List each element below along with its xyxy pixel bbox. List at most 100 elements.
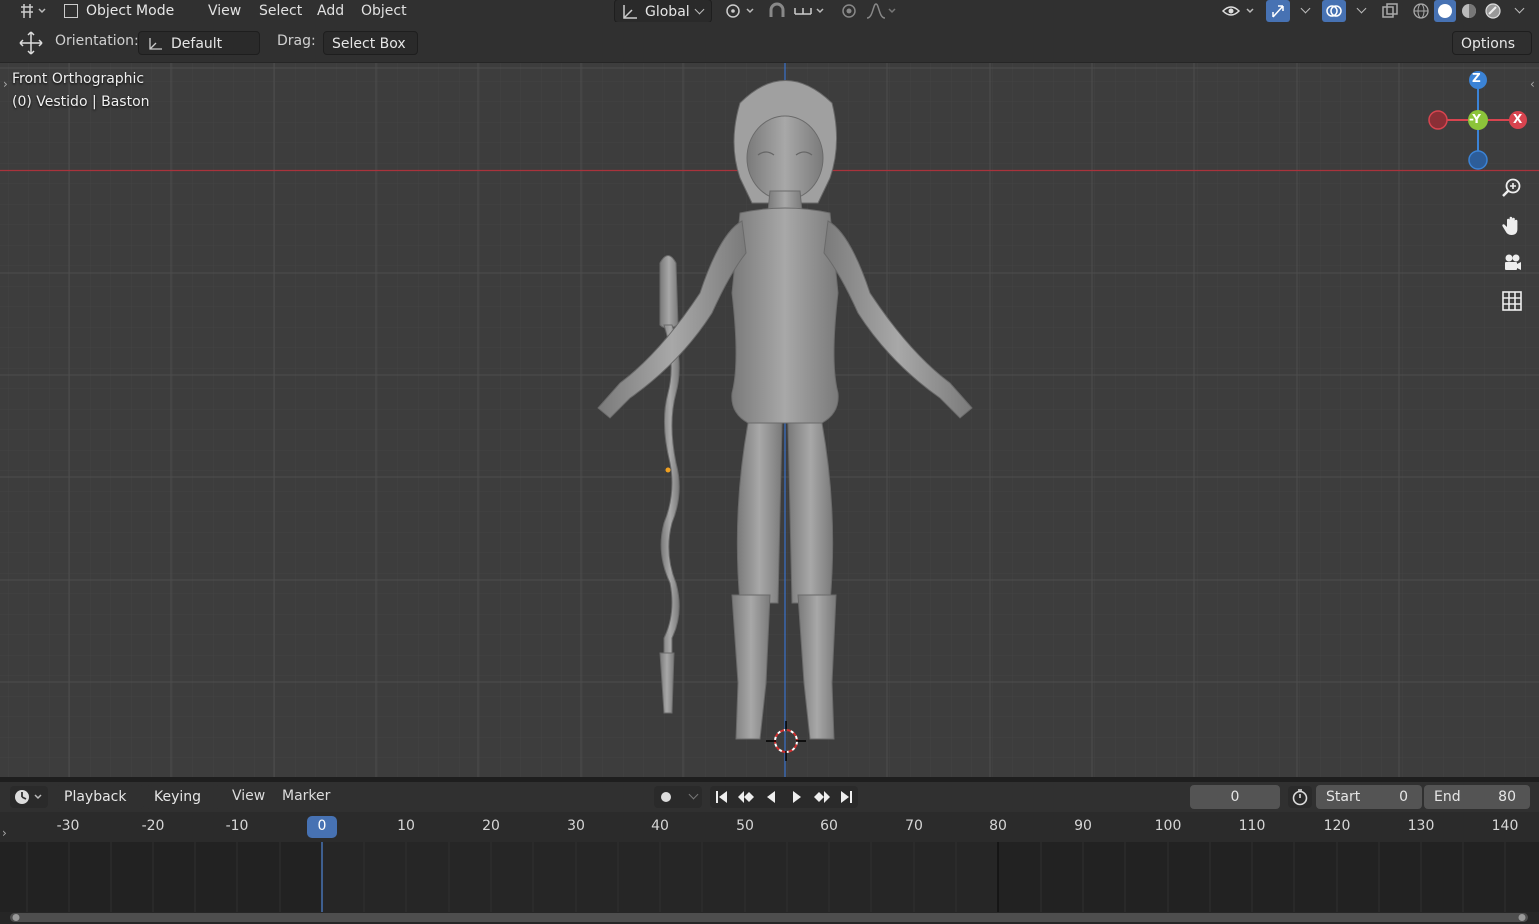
play-icon <box>793 791 801 803</box>
jump-to-end-button[interactable] <box>834 786 858 808</box>
auto-keying-dropdown[interactable] <box>678 786 702 808</box>
shading-dropdown[interactable] <box>1506 0 1526 22</box>
jump-start-icon <box>716 791 727 803</box>
camera-view-button[interactable] <box>1498 249 1526 277</box>
ruler-label: 50 <box>736 818 754 834</box>
ruler-label: -30 <box>56 818 80 834</box>
clock-icon <box>15 790 42 804</box>
menu-add[interactable]: Add <box>313 0 348 22</box>
overlays-toggle[interactable] <box>1322 0 1346 22</box>
zoom-button[interactable] <box>1498 174 1526 202</box>
mode-dropdown[interactable]: Object Mode <box>58 0 194 38</box>
gizmo-icon <box>1272 5 1284 18</box>
toolbar-expand-icon[interactable]: › <box>3 77 8 91</box>
rendered-shading-button[interactable] <box>1482 0 1504 22</box>
ruler-label: 90 <box>1074 818 1092 834</box>
wireframe-shading-button[interactable] <box>1410 0 1432 22</box>
menu-object[interactable]: Object <box>357 0 411 22</box>
proportional-falloff-dropdown[interactable] <box>864 0 900 22</box>
material-sphere-icon <box>1462 4 1476 18</box>
timeline-editor-type-button[interactable] <box>10 786 48 808</box>
snap-toggle[interactable] <box>764 0 790 22</box>
rendered-sphere-icon <box>1485 3 1501 19</box>
chevron-down-icon <box>1300 3 1310 13</box>
3d-viewport[interactable]: Front Orthographic (0) Vestido | Baston … <box>0 63 1539 777</box>
timeline-track-area[interactable] <box>0 842 1539 924</box>
proportional-editing-toggle[interactable] <box>838 0 860 22</box>
overlays-dropdown[interactable] <box>1348 0 1368 22</box>
ruler-label: 40 <box>651 818 669 834</box>
ruler-label: 80 <box>989 818 1007 834</box>
preview-range-toggle[interactable] <box>1288 786 1312 808</box>
ruler-label: 110 <box>1238 818 1266 834</box>
gizmo-x-label: X <box>1513 112 1523 126</box>
timeline-grid <box>0 842 1539 922</box>
xray-toggle[interactable] <box>1378 0 1402 22</box>
orientation-axis-icon <box>149 38 162 50</box>
material-shading-button[interactable] <box>1458 0 1480 22</box>
chevron-down-icon <box>694 4 705 15</box>
timeline-view-menu[interactable]: View <box>232 788 265 804</box>
visibility-dropdown[interactable] <box>1220 0 1258 22</box>
jump-keyframe-forward-button[interactable] <box>810 786 834 808</box>
zoom-magnifier-icon <box>1502 178 1521 197</box>
playhead-handle[interactable]: 0 <box>307 816 337 838</box>
keyframe-back-icon <box>738 791 754 803</box>
grid-icon <box>1502 291 1522 311</box>
wireframe-sphere-icon <box>1413 3 1429 19</box>
end-label: End <box>1434 789 1461 805</box>
ruler-label: 70 <box>905 818 923 834</box>
playhead-frame: 0 <box>317 818 327 834</box>
gizmo-toggle[interactable] <box>1266 0 1290 22</box>
editor-type-button[interactable] <box>14 0 50 22</box>
timeline-sidebar-expand-icon[interactable]: › <box>2 826 7 840</box>
current-frame-field[interactable]: 0 <box>1190 785 1280 809</box>
transform-orientation-dropdown[interactable]: Global <box>614 0 712 23</box>
object-origin <box>665 467 671 473</box>
drag-label: Drag: <box>277 33 316 49</box>
timeline-scrollbar <box>10 913 1528 922</box>
pan-button[interactable] <box>1498 212 1526 240</box>
drag-value: Select Box <box>332 36 406 52</box>
drag-dropdown[interactable]: Select Box <box>323 31 418 71</box>
jump-keyframe-back-button[interactable] <box>734 786 758 808</box>
options-dropdown[interactable]: Options <box>1452 31 1532 71</box>
keying-menu[interactable]: Keying <box>146 785 220 824</box>
magnet-icon <box>769 2 785 17</box>
start-label: Start <box>1326 789 1361 805</box>
menu-view[interactable]: View <box>204 0 245 22</box>
ruler-label: 100 <box>1154 818 1182 834</box>
menu-select[interactable]: Select <box>255 0 306 22</box>
toggle-perspective-button[interactable] <box>1498 287 1526 315</box>
jump-to-start-button[interactable] <box>710 786 734 808</box>
play-reverse-button[interactable] <box>758 786 784 808</box>
mode-label: Object Mode <box>86 3 175 19</box>
marker-menu[interactable]: Marker <box>282 788 330 804</box>
move-arrows-icon <box>19 31 43 55</box>
play-button[interactable] <box>784 786 810 808</box>
start-frame-field[interactable]: Start 0 <box>1316 785 1422 809</box>
tool-settings-header: Orientation: Default Drag: Select Box Op… <box>0 22 1539 71</box>
gizmo-dropdown[interactable] <box>1292 0 1312 22</box>
playback-menu[interactable]: Playback <box>56 785 144 824</box>
auto-keying-toggle[interactable] <box>654 786 678 808</box>
gizmo-z-label: Z <box>1472 71 1481 85</box>
object-info: (0) Vestido | Baston <box>12 94 150 110</box>
ruler-label: 60 <box>820 818 838 834</box>
keyframe-forward-icon <box>814 791 830 803</box>
grid-editor-icon <box>21 4 46 18</box>
pivot-point-button[interactable] <box>722 0 758 22</box>
gizmo-y-label: -Y <box>1469 112 1481 126</box>
orientation-dropdown[interactable]: Default <box>138 31 260 71</box>
ruler-label: 120 <box>1323 818 1351 834</box>
proportional-edit-icon <box>842 4 856 18</box>
snap-target-dropdown[interactable] <box>792 0 828 22</box>
frame-ruler[interactable]: -30 -20 -10 0 10 20 30 40 50 60 70 80 90… <box>0 812 1539 842</box>
viewport-canvas <box>0 63 1539 777</box>
ruler-label: 140 <box>1491 818 1519 834</box>
navigation-gizmo[interactable]: Z -Y X <box>1420 65 1532 177</box>
solid-shading-button[interactable] <box>1434 0 1456 22</box>
falloff-curve-icon <box>866 3 896 19</box>
end-frame-field[interactable]: End 80 <box>1424 785 1530 809</box>
options-label: Options <box>1461 36 1516 52</box>
